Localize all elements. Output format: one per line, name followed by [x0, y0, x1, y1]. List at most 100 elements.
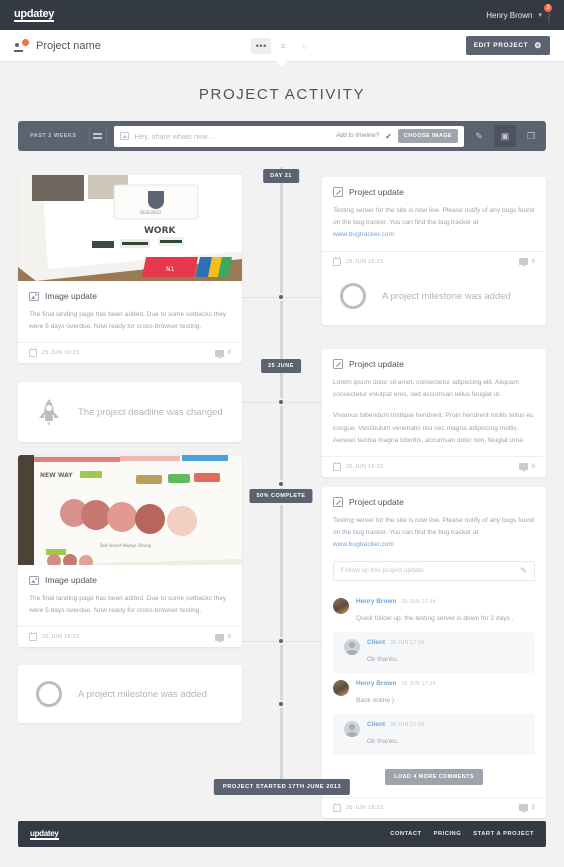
milestone-text: A project milestone was added [78, 688, 207, 700]
avatar [344, 720, 360, 737]
comment-count-label: 8 [531, 804, 535, 811]
activity-card-project-update-1[interactable]: Project update Testing server for the si… [322, 177, 546, 272]
edit-project-button[interactable]: EDIT PROJECT ⚙ [465, 36, 550, 55]
page-title: Project name [36, 39, 101, 52]
list-item: Henry Brown 20 JUN 17:34 Quick follow up… [322, 591, 546, 632]
compose-file-icon[interactable]: ❐ [520, 125, 542, 147]
milestone-row: A project milestone was added [18, 665, 242, 723]
choose-image-button[interactable]: CHOOSE IMAGE [397, 129, 458, 143]
brand-logo[interactable]: updatey [14, 8, 54, 22]
comment-count[interactable]: 8 [214, 349, 231, 359]
timeline-badge-day21[interactable]: DAY 21 [263, 169, 299, 183]
follow-up-input[interactable]: Follow up this project update ✎ [333, 560, 535, 581]
comment-author[interactable]: Henry Brown [356, 598, 396, 605]
comment-body: Ok thanks. [367, 655, 399, 663]
footer-logo[interactable]: updatey [30, 829, 59, 840]
layout-toggle-icon[interactable] [88, 126, 107, 146]
timeline-connector [281, 641, 322, 642]
timestamp-label: 25 JUN 16:23 [346, 463, 384, 470]
activity-card-project-update-3[interactable]: Project update Testing server for the si… [322, 487, 546, 818]
footer-link-start-a-project[interactable]: START A PROJECT [473, 831, 534, 837]
follow-up-placeholder: Follow up this project update [341, 567, 424, 575]
activity-card-image-update[interactable]: DESIGNED WORK N1 Image update The final … [18, 171, 242, 364]
user-menu[interactable]: Henry Brown ▾ 3 [486, 3, 553, 24]
view-mode-list[interactable]: ≡ [273, 38, 293, 54]
footer-link-pricing[interactable]: PRICING [434, 831, 462, 837]
comment-timestamp: 20 JUN 17:34 [390, 639, 425, 646]
card-title: Project update [349, 497, 404, 507]
comment-count[interactable]: 8 [214, 633, 231, 643]
circle-icon: ○ [302, 40, 308, 51]
top-navigation-bar: updatey Henry Brown ▾ 3 [0, 0, 564, 30]
view-mode-activity[interactable]: ••• [251, 37, 272, 54]
bugtracker-link[interactable]: www.bugtracker.com [333, 541, 394, 548]
card-title: Project update [349, 187, 404, 197]
milestone-text: A project milestone was added [382, 290, 511, 302]
svg-text:NEW WAY: NEW WAY [40, 472, 73, 479]
timeline-badge-project-started[interactable]: PROJECT STARTED 17TH JUNE 2013 [213, 779, 351, 795]
avatar[interactable]: 3 [543, 3, 553, 24]
comment-author[interactable]: Client [367, 721, 385, 728]
composer-bar: PAST 2 WEEKS Hey, share whats new ... Ad… [18, 121, 546, 151]
activity-card-milestone-added-right[interactable]: A project milestone was added [322, 267, 546, 325]
view-mode-settings[interactable]: ○ [295, 38, 315, 54]
bugtracker-link[interactable]: www.bugtracker.com [333, 231, 394, 238]
card-title: Project update [349, 359, 404, 369]
date-range-filter[interactable]: PAST 2 WEEKS [22, 133, 85, 139]
card-timestamp: 25 JUN 16:23 [333, 256, 383, 266]
card-header: Project update [333, 497, 535, 507]
avatar [344, 638, 360, 655]
comment-author[interactable]: Client [367, 639, 385, 646]
share-update-field[interactable]: Hey, share whats new ... Add to timeline… [113, 125, 464, 147]
compose-image-icon[interactable]: ▣ [494, 125, 516, 147]
comment-author[interactable]: Henry Brown [356, 680, 396, 687]
comment-body: Back online ) [356, 696, 395, 704]
section-title: PROJECT ACTIVITY [198, 86, 366, 103]
comment-content: Henry Brown 20 JUN 17:34 Quick follow up… [356, 598, 535, 625]
edit-icon[interactable]: ✎ [520, 566, 527, 575]
check-icon[interactable]: ✓ [385, 132, 392, 141]
chevron-down-icon[interactable]: ▾ [538, 11, 542, 19]
card-paragraph-2: Vivamus bibendum tristique hendrerit. Pr… [333, 412, 534, 444]
milestone-text: The project deadline was changed [78, 406, 223, 418]
comment-content: Client 20 JUN 17:34 Ok thanks. [367, 639, 524, 666]
calendar-icon [29, 348, 37, 358]
card-timestamp: 25 JUN 16:23 [29, 348, 80, 358]
view-mode-toggle[interactable]: ••• ≡ ○ [251, 37, 315, 54]
comment-timestamp: 20 JUN 17:34 [401, 680, 436, 687]
timeline-badge-25june[interactable]: 25 JUNE [261, 359, 301, 373]
comment-count-label: 8 [531, 463, 535, 470]
calendar-icon [333, 461, 341, 471]
notification-badge[interactable]: 3 [543, 3, 553, 13]
comment-count[interactable]: 8 [518, 258, 535, 268]
footer-link-contact[interactable]: CONTACT [390, 831, 421, 837]
comment-count[interactable]: 8 [518, 463, 535, 473]
activity-card-project-update-2[interactable]: Project update Lorem ipsum dolor sit ame… [322, 349, 546, 477]
timeline-connector [281, 297, 322, 298]
timeline-badge-50-complete[interactable]: 50% COMPLETE [249, 489, 313, 503]
card-body: Project update Testing server for the si… [322, 487, 546, 561]
timestamp-label: 25 JUN 16:23 [42, 350, 80, 357]
load-more-container: LOAD 4 MORE COMMENTS [322, 755, 546, 797]
comment-count[interactable]: 8 [518, 804, 535, 814]
activity-card-deadline-changed[interactable]: The project deadline was changed [18, 382, 242, 442]
load-more-comments-button[interactable]: LOAD 4 MORE COMMENTS [385, 768, 483, 785]
project-header: Project name ••• ≡ ○ EDIT PROJECT ⚙ [0, 30, 564, 67]
timeline-spine [279, 167, 283, 791]
comment-header: Henry Brown 20 JUN 17:34 [356, 598, 535, 605]
card-header: Image update [29, 291, 231, 301]
list-icon: ≡ [280, 40, 286, 51]
comment-count-label: 8 [227, 634, 231, 641]
edit-icon [333, 359, 343, 369]
activity-card-milestone-added-left[interactable]: A project milestone was added [18, 665, 242, 723]
card-title: Image update [45, 575, 97, 585]
timeline-dot [277, 398, 285, 406]
compose-text-icon[interactable]: ✎ [468, 125, 490, 147]
card-footer: 25 JUN 16:23 8 [18, 626, 242, 647]
comment-header: Client 20 JUN 17:34 [367, 639, 524, 646]
calendar-icon [333, 802, 341, 812]
activity-card-image-update-2[interactable]: NEW WAY Red Velvet Always Strong Image u… [18, 455, 242, 648]
list-item: Client 20 JUN 17:34 Ok thanks. [333, 713, 535, 755]
edit-project-label: EDIT PROJECT [473, 42, 529, 49]
footer-links: CONTACT PRICING START A PROJECT [390, 831, 534, 837]
